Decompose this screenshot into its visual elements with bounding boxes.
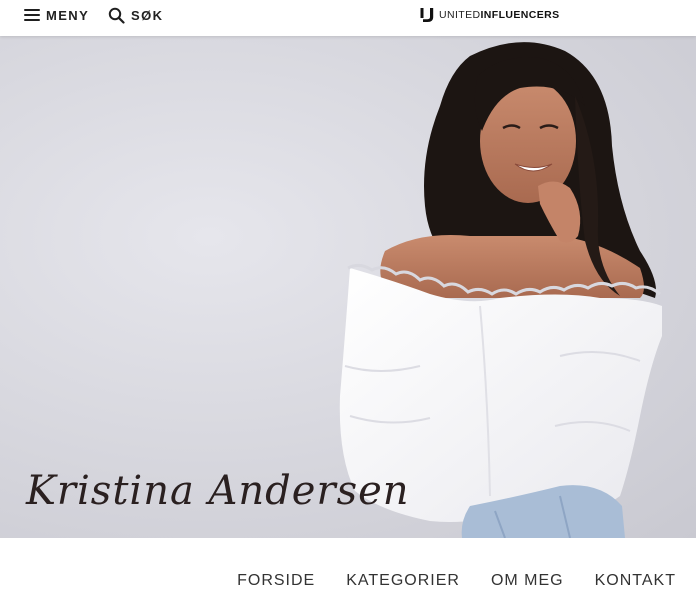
top-bar: MENY SØK UNITED INFLUENCERS (0, 0, 696, 36)
nav-item-kontakt[interactable]: KONTAKT (595, 572, 676, 590)
menu-label: MENY (46, 7, 90, 23)
hero-title: Kristina Andersen (26, 468, 410, 514)
search-button[interactable]: SØK (108, 5, 163, 25)
search-icon (108, 7, 125, 24)
nav-item-kategorier[interactable]: KATEGORIER (346, 572, 460, 590)
brand-name-bold: INFLUENCERS (480, 9, 560, 21)
hamburger-icon (24, 9, 40, 21)
main-navigation: FORSIDE KATEGORIER OM MEG KONTAKT (0, 538, 696, 596)
hero-photo (339, 42, 662, 538)
nav-item-om-meg[interactable]: OM MEG (491, 572, 564, 590)
nav-item-forside[interactable]: FORSIDE (237, 572, 315, 590)
hero-banner: Kristina Andersen (0, 36, 696, 538)
united-influencers-logo-icon (420, 8, 434, 22)
brand-name-light: UNITED (439, 9, 481, 21)
menu-button[interactable]: MENY (24, 5, 89, 25)
search-label: SØK (131, 7, 164, 23)
brand-logo[interactable]: UNITED INFLUENCERS (420, 6, 560, 24)
nav-list: FORSIDE KATEGORIER OM MEG KONTAKT (206, 572, 676, 590)
